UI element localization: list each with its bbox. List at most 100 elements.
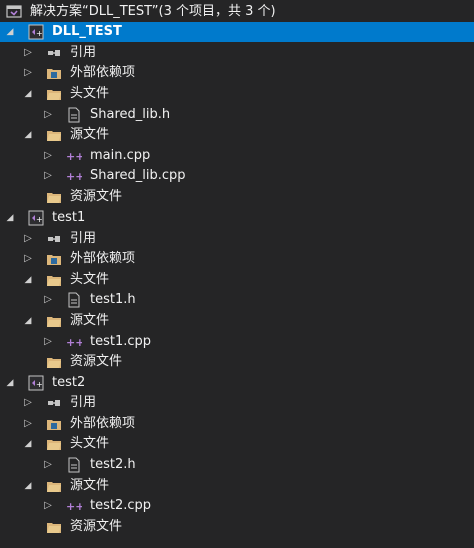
- external-deps-node[interactable]: 外部依赖项: [0, 414, 474, 434]
- references-node[interactable]: 引用: [0, 229, 474, 249]
- header-file-icon: [66, 292, 82, 308]
- file-label: Shared_lib.h: [90, 107, 171, 122]
- expand-arrow-icon[interactable]: [42, 146, 54, 166]
- filter-folder-icon: [46, 313, 62, 329]
- cpp-source-icon: ++: [66, 334, 82, 350]
- references-icon: [46, 231, 62, 247]
- file-node[interactable]: test1.h: [0, 290, 474, 310]
- project-label: test2: [52, 375, 86, 390]
- solution-node[interactable]: 解决方案“DLL_TEST”(3 个项目，共 3 个): [0, 2, 474, 22]
- project-node-test2[interactable]: + test2: [0, 373, 474, 393]
- expand-arrow-icon[interactable]: [4, 208, 16, 228]
- resource-files-folder[interactable]: 资源文件: [0, 187, 474, 207]
- source-files-folder[interactable]: 源文件: [0, 311, 474, 331]
- external-dependencies-icon: [46, 416, 62, 432]
- external-deps-label: 外部依赖项: [70, 251, 136, 266]
- filter-folder-icon: [46, 436, 62, 452]
- resource-files-label: 资源文件: [70, 354, 123, 369]
- expand-arrow-icon[interactable]: [22, 311, 34, 331]
- external-deps-node[interactable]: 外部依赖项: [0, 63, 474, 83]
- filter-folder-icon: [46, 478, 62, 494]
- svg-text:+: +: [36, 29, 43, 38]
- filter-folder-icon: [46, 519, 62, 535]
- references-label: 引用: [70, 45, 97, 60]
- expand-arrow-icon[interactable]: [42, 166, 54, 186]
- resource-files-folder[interactable]: 资源文件: [0, 352, 474, 372]
- references-node[interactable]: 引用: [0, 43, 474, 63]
- file-label: Shared_lib.cpp: [90, 168, 186, 183]
- resource-files-folder[interactable]: 资源文件: [0, 517, 474, 537]
- resource-files-label: 资源文件: [70, 519, 123, 534]
- expand-arrow-icon[interactable]: [22, 414, 34, 434]
- expand-arrow-icon[interactable]: [22, 63, 34, 83]
- references-icon: [46, 395, 62, 411]
- solution-icon: [6, 4, 22, 20]
- svg-text:++: ++: [66, 336, 82, 349]
- file-node[interactable]: test2.h: [0, 455, 474, 475]
- expand-arrow-icon[interactable]: [22, 393, 34, 413]
- file-node[interactable]: Shared_lib.h: [0, 105, 474, 125]
- file-node[interactable]: ++ test1.cpp: [0, 332, 474, 352]
- header-file-icon: [66, 457, 82, 473]
- expand-arrow-icon[interactable]: [42, 332, 54, 352]
- expand-arrow-icon[interactable]: [22, 229, 34, 249]
- solution-explorer-tree: 解决方案“DLL_TEST”(3 个项目，共 3 个) + DLL_TEST 引…: [0, 0, 474, 548]
- expand-arrow-icon[interactable]: [42, 496, 54, 516]
- expand-arrow-icon[interactable]: [42, 455, 54, 475]
- external-deps-label: 外部依赖项: [70, 416, 136, 431]
- resource-files-label: 资源文件: [70, 189, 123, 204]
- cpp-project-icon: +: [28, 24, 44, 40]
- expand-arrow-icon[interactable]: [22, 84, 34, 104]
- header-files-label: 头文件: [70, 436, 110, 451]
- expand-arrow-icon[interactable]: [4, 22, 16, 42]
- svg-text:++: ++: [66, 500, 82, 513]
- expand-arrow-icon[interactable]: [22, 270, 34, 290]
- file-label: main.cpp: [90, 148, 151, 163]
- cpp-project-icon: +: [28, 375, 44, 391]
- external-deps-label: 外部依赖项: [70, 65, 136, 80]
- file-label: test1.h: [90, 292, 136, 307]
- cpp-source-icon: ++: [66, 148, 82, 164]
- source-files-folder[interactable]: 源文件: [0, 476, 474, 496]
- project-node-test1[interactable]: + test1: [0, 208, 474, 228]
- header-files-label: 头文件: [70, 86, 110, 101]
- source-files-folder[interactable]: 源文件: [0, 125, 474, 145]
- svg-text:+: +: [36, 380, 43, 389]
- svg-text:+: +: [36, 215, 43, 224]
- svg-text:++: ++: [66, 170, 82, 183]
- file-node[interactable]: ++ Shared_lib.cpp: [0, 166, 474, 186]
- file-label: test2.cpp: [90, 498, 152, 513]
- source-files-label: 源文件: [70, 478, 110, 493]
- expand-arrow-icon[interactable]: [22, 125, 34, 145]
- expand-arrow-icon[interactable]: [22, 43, 34, 63]
- header-files-folder[interactable]: 头文件: [0, 84, 474, 104]
- project-label: test1: [52, 210, 86, 225]
- file-node[interactable]: ++ main.cpp: [0, 146, 474, 166]
- cpp-source-icon: ++: [66, 168, 82, 184]
- references-label: 引用: [70, 231, 97, 246]
- file-label: test2.h: [90, 457, 136, 472]
- header-files-folder[interactable]: 头文件: [0, 270, 474, 290]
- project-node-dll-test[interactable]: + DLL_TEST: [0, 22, 474, 42]
- external-deps-node[interactable]: 外部依赖项: [0, 249, 474, 269]
- project-label: DLL_TEST: [52, 24, 122, 39]
- cpp-project-icon: +: [28, 210, 44, 226]
- references-label: 引用: [70, 395, 97, 410]
- expand-arrow-icon[interactable]: [42, 290, 54, 310]
- header-file-icon: [66, 107, 82, 123]
- filter-folder-icon: [46, 354, 62, 370]
- filter-folder-icon: [46, 272, 62, 288]
- source-files-label: 源文件: [70, 127, 110, 142]
- file-label: test1.cpp: [90, 334, 152, 349]
- external-dependencies-icon: [46, 251, 62, 267]
- expand-arrow-icon[interactable]: [22, 434, 34, 454]
- expand-arrow-icon[interactable]: [22, 476, 34, 496]
- expand-arrow-icon[interactable]: [22, 249, 34, 269]
- file-node[interactable]: ++ test2.cpp: [0, 496, 474, 516]
- expand-arrow-icon[interactable]: [42, 105, 54, 125]
- references-node[interactable]: 引用: [0, 393, 474, 413]
- source-files-label: 源文件: [70, 313, 110, 328]
- svg-text:++: ++: [66, 150, 82, 163]
- header-files-folder[interactable]: 头文件: [0, 434, 474, 454]
- expand-arrow-icon[interactable]: [4, 373, 16, 393]
